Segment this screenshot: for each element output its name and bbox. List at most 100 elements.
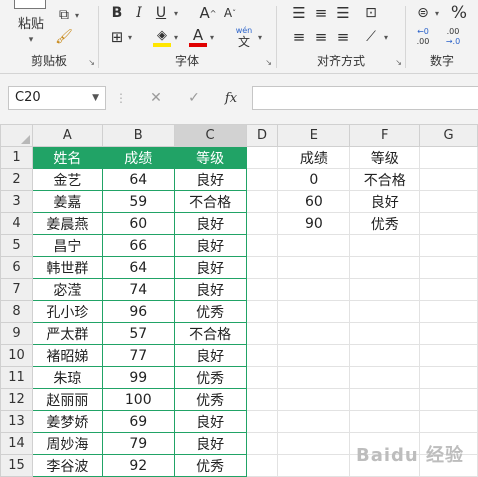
row-header[interactable]: 5 — [0, 234, 33, 257]
empty-cell[interactable] — [349, 366, 421, 389]
column-header[interactable]: E — [277, 124, 351, 147]
empty-cell[interactable] — [245, 168, 279, 191]
empty-cell[interactable] — [245, 388, 279, 411]
empty-cell[interactable] — [419, 388, 478, 411]
phonetic-dropdown-icon[interactable]: ▾ — [255, 28, 265, 46]
row-header[interactable]: 3 — [0, 190, 33, 213]
lookup-header-cell[interactable]: 等级 — [349, 146, 421, 169]
lookup-cell[interactable]: 0 — [277, 168, 351, 191]
row-header[interactable]: 4 — [0, 212, 33, 235]
data-cell[interactable]: 良好 — [173, 344, 247, 367]
column-header[interactable]: G — [419, 124, 478, 147]
empty-cell[interactable] — [277, 388, 351, 411]
align-bottom-icon[interactable]: ☰ — [333, 4, 353, 22]
data-cell[interactable]: 宓滢 — [31, 278, 103, 301]
empty-cell[interactable] — [419, 212, 478, 235]
bold-button[interactable]: B — [107, 4, 127, 22]
row-header[interactable]: 2 — [0, 168, 33, 191]
empty-cell[interactable] — [349, 300, 421, 323]
data-cell[interactable]: 优秀 — [173, 388, 247, 411]
empty-cell[interactable] — [245, 344, 279, 367]
empty-cell[interactable] — [419, 366, 478, 389]
align-right-icon[interactable]: ≡ — [333, 28, 353, 46]
table-header-cell[interactable]: 成绩 — [101, 146, 175, 169]
data-cell[interactable]: 79 — [101, 432, 175, 455]
empty-cell[interactable] — [277, 322, 351, 345]
empty-cell[interactable] — [245, 410, 279, 433]
column-header[interactable]: B — [101, 124, 175, 147]
lookup-header-cell[interactable]: 成绩 — [277, 146, 351, 169]
row-header[interactable]: 11 — [0, 366, 33, 389]
table-header-cell[interactable]: 姓名 — [31, 146, 103, 169]
data-cell[interactable]: 金艺 — [31, 168, 103, 191]
empty-cell[interactable] — [419, 300, 478, 323]
data-cell[interactable]: 96 — [101, 300, 175, 323]
column-header[interactable]: D — [245, 124, 279, 147]
data-cell[interactable]: 100 — [101, 388, 175, 411]
column-header[interactable]: C — [173, 124, 247, 147]
row-header[interactable]: 10 — [0, 344, 33, 367]
row-header[interactable]: 9 — [0, 322, 33, 345]
align-middle-icon[interactable]: ≡ — [311, 4, 331, 22]
italic-button[interactable]: I — [129, 4, 149, 22]
font-color-icon[interactable]: A — [189, 26, 207, 44]
row-header[interactable]: 13 — [0, 410, 33, 433]
empty-cell[interactable] — [245, 190, 279, 213]
data-cell[interactable]: 66 — [101, 234, 175, 257]
row-header[interactable]: 1 — [0, 146, 33, 169]
paste-icon[interactable] — [14, 0, 46, 9]
shrink-font-button[interactable]: Aˇ — [221, 4, 239, 22]
empty-cell[interactable] — [245, 322, 279, 345]
row-header[interactable]: 12 — [0, 388, 33, 411]
increase-decimal-top[interactable]: ←0 — [412, 26, 434, 36]
cancel-icon[interactable]: ✕ — [146, 88, 166, 108]
data-cell[interactable]: 69 — [101, 410, 175, 433]
empty-cell[interactable] — [245, 278, 279, 301]
column-header[interactable]: A — [31, 124, 103, 147]
empty-cell[interactable] — [245, 366, 279, 389]
underline-button[interactable]: U — [151, 4, 171, 22]
orientation-dropdown-icon[interactable]: ▾ — [381, 28, 391, 46]
data-cell[interactable]: 60 — [101, 212, 175, 235]
data-cell[interactable]: 姜嘉 — [31, 190, 103, 213]
empty-cell[interactable] — [419, 256, 478, 279]
lookup-cell[interactable]: 良好 — [349, 190, 421, 213]
empty-cell[interactable] — [245, 212, 279, 235]
row-header[interactable]: 14 — [0, 432, 33, 455]
borders-icon[interactable]: ⊞ — [107, 28, 127, 46]
empty-cell[interactable] — [419, 322, 478, 345]
increase-decimal-button[interactable]: .00 — [412, 36, 434, 46]
data-cell[interactable]: 良好 — [173, 278, 247, 301]
empty-cell[interactable] — [349, 278, 421, 301]
empty-cell[interactable] — [277, 366, 351, 389]
empty-cell[interactable] — [245, 300, 279, 323]
name-box[interactable]: C20 ▼ — [8, 86, 106, 110]
align-center-icon[interactable]: ≡ — [311, 28, 331, 46]
empty-cell[interactable] — [277, 432, 351, 455]
empty-cell[interactable] — [349, 256, 421, 279]
currency-icon[interactable]: ⊜ — [412, 4, 434, 22]
fill-color-icon[interactable]: ◈ — [153, 26, 171, 44]
empty-cell[interactable] — [419, 278, 478, 301]
percent-button[interactable]: % — [448, 3, 470, 23]
empty-cell[interactable] — [419, 234, 478, 257]
data-cell[interactable]: 姜梦娇 — [31, 410, 103, 433]
data-cell[interactable]: 92 — [101, 454, 175, 477]
currency-dropdown-icon[interactable]: ▾ — [432, 4, 442, 22]
data-cell[interactable]: 褚昭娣 — [31, 344, 103, 367]
empty-cell[interactable] — [245, 256, 279, 279]
paste-button[interactable]: 粘贴 — [14, 12, 48, 32]
paste-dropdown-icon[interactable]: ▾ — [16, 34, 46, 46]
column-header[interactable]: F — [349, 124, 421, 147]
select-all-corner[interactable] — [0, 124, 33, 147]
borders-dropdown-icon[interactable]: ▾ — [125, 28, 135, 46]
underline-dropdown-icon[interactable]: ▾ — [171, 4, 181, 22]
data-cell[interactable]: 不合格 — [173, 322, 247, 345]
data-cell[interactable]: 赵丽丽 — [31, 388, 103, 411]
empty-cell[interactable] — [419, 344, 478, 367]
data-cell[interactable]: 昌宁 — [31, 234, 103, 257]
data-cell[interactable]: 良好 — [173, 432, 247, 455]
data-cell[interactable]: 良好 — [173, 410, 247, 433]
formula-bar-grip-icon[interactable]: ⋮ — [115, 88, 127, 108]
empty-cell[interactable] — [419, 410, 478, 433]
